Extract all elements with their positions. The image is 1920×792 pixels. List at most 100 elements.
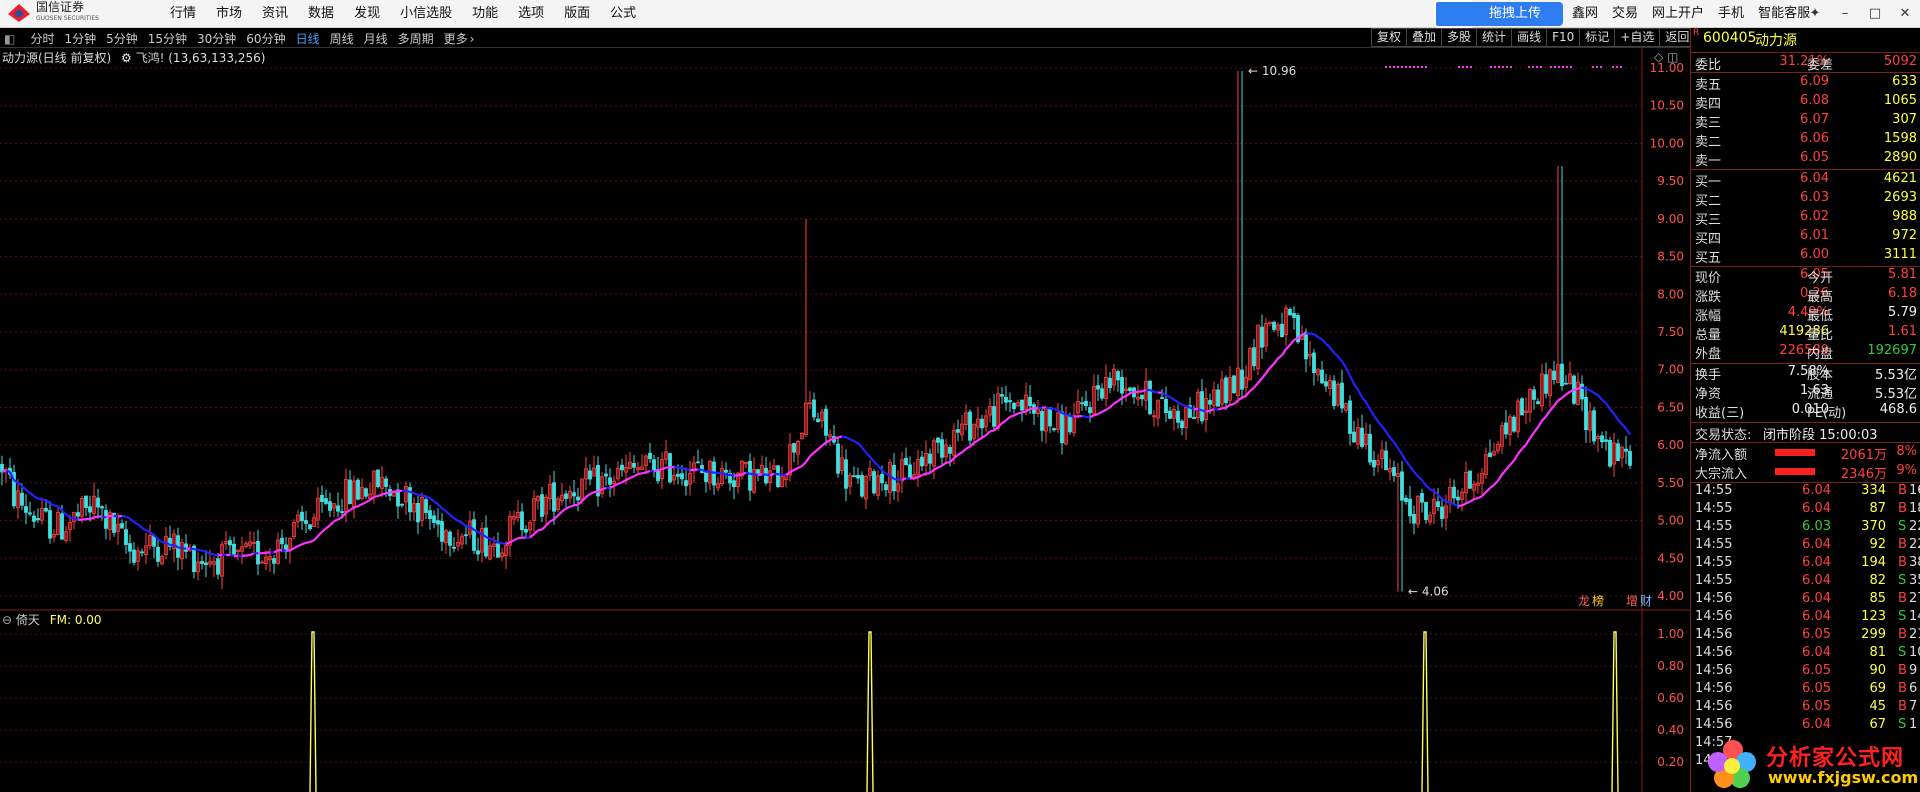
right-menu-item-2[interactable]: 网上开户 [1652,0,1704,27]
badge-0[interactable]: 龙 [1578,594,1590,608]
maximize-icon[interactable]: □ [1860,0,1890,27]
period-tab-10[interactable]: 更多 [444,32,468,46]
ma-segment [1537,420,1543,428]
candle-body [496,543,500,558]
period-tab-5[interactable]: 60分钟 [246,32,285,46]
sub-indicator-close-icon[interactable]: ⊖ [2,613,12,627]
period-tab-9[interactable]: 多周期 [398,32,434,46]
ma-segment [1013,412,1019,417]
signal-bar [1611,631,1619,792]
buy-level-3[interactable]: 买四 6.01 972 [1691,227,1920,247]
pin-icon[interactable]: ✦ [1800,0,1830,27]
menu-item-8[interactable]: 版面 [564,0,590,27]
menu-item-4[interactable]: 发现 [354,0,380,27]
ma-segment [1393,441,1399,449]
tick-side: B [1898,483,1907,498]
chart-corner-icons[interactable]: ◇ ◫ [1654,50,1678,64]
ma-segment [29,492,35,498]
minimize-icon[interactable]: – [1830,0,1860,27]
menu-item-3[interactable]: 数据 [308,0,334,27]
ma-segment [289,547,295,552]
candle-body [748,460,752,491]
tool-button-2[interactable]: 多股 [1441,28,1478,47]
ma-segment [329,520,335,527]
close-icon[interactable]: ✕ [1890,0,1920,27]
flow-value: 2346万 [1840,467,1887,482]
tick-price: 6.05 [1802,699,1831,714]
tool-button-3[interactable]: 统计 [1476,28,1513,47]
menu-item-6[interactable]: 功能 [472,0,498,27]
ma-segment [1169,396,1175,401]
sell-level-4[interactable]: 卖一 6.05 2890 [1691,149,1920,169]
ma-segment [1317,336,1323,341]
period-tab-0[interactable]: 分时 [30,32,54,46]
candle-body [440,520,444,542]
sell-level-1[interactable]: 卖四 6.08 1065 [1691,92,1920,112]
menu-item-9[interactable]: 公式 [610,0,636,27]
period-tab-4[interactable]: 30分钟 [197,32,236,46]
menu-item-5[interactable]: 小信选股 [400,0,452,27]
menu-item-1[interactable]: 市场 [216,0,242,27]
tool-button-4[interactable]: 画线 [1511,28,1548,47]
badge-1[interactable]: 榜 [1592,594,1604,608]
tool-button-6[interactable]: 标记 [1579,28,1616,47]
ma-segment [1417,475,1423,481]
y-tick-label: 10.50 [1650,99,1684,113]
candle-body [1400,471,1404,501]
settings-icon[interactable]: ⚙ [121,51,132,65]
tick-volume: 69 [1869,681,1886,696]
buy-level-1[interactable]: 买二 6.03 2693 [1691,189,1920,209]
buy-level-0[interactable]: 买一 6.04 4621 [1691,170,1920,190]
buy-level-price: 6.03 [1800,190,1829,205]
menu-item-0[interactable]: 行情 [170,0,196,27]
badge-2[interactable]: 增 [1626,594,1638,608]
period-tab-6[interactable]: 日线 [296,32,320,46]
buy-level-2[interactable]: 买三 6.02 988 [1691,208,1920,228]
right-menu-item-3[interactable]: 手机 [1718,0,1744,27]
sell-level-0[interactable]: 卖五 6.09 633 [1691,73,1920,93]
tool-button-0[interactable]: 复权 [1371,28,1408,47]
menu-item-2[interactable]: 资讯 [262,0,288,27]
period-tab-1[interactable]: 1分钟 [64,32,96,46]
sell-level-2[interactable]: 卖三 6.07 307 [1691,111,1920,131]
sell-level-3[interactable]: 卖二 6.06 1598 [1691,130,1920,150]
stat-row-label: 现价 [1695,271,1722,286]
stat-row-label2: 今开 [1807,271,1834,286]
ma-segment [361,501,367,506]
tool-button-5[interactable]: F10 [1546,28,1581,47]
more-chevron-icon[interactable]: › [470,32,475,46]
ma-segment [113,514,119,518]
buy-level-4[interactable]: 买五 6.00 3111 [1691,246,1920,266]
signal-dot [1562,66,1564,68]
period-tab-8[interactable]: 月线 [364,32,388,46]
sell-level-label: 卖一 [1695,154,1722,169]
ma-segment [969,442,975,448]
panel-toggle-icon[interactable]: ◧ [4,32,15,46]
ma-segment [529,533,535,539]
right-menu-item-1[interactable]: 交易 [1612,0,1638,27]
ma-segment [201,549,207,553]
sell-level-label: 卖二 [1695,135,1722,150]
menu-item-7[interactable]: 选项 [518,0,544,27]
kline-chart[interactable]: 11.0010.5010.009.509.008.508.007.507.006… [0,48,1690,792]
tool-button-1[interactable]: 叠加 [1406,28,1443,47]
period-tab-3[interactable]: 15分钟 [148,32,187,46]
right-menu-item-0[interactable]: 鑫网 [1572,0,1598,27]
ma-segment [405,490,411,493]
ma-segment [501,542,507,546]
drag-upload-button[interactable]: 拖拽上传 [1437,2,1563,26]
ma-segment [281,549,287,552]
badge-3[interactable]: 财 [1640,594,1652,608]
ma-segment [765,473,771,477]
tick-price: 6.05 [1802,663,1831,678]
candle-body [1412,513,1416,524]
candle-body [1408,498,1412,517]
period-tab-2[interactable]: 5分钟 [106,32,138,46]
period-tab-7[interactable]: 周线 [330,32,354,46]
ma-segment [1557,397,1563,402]
stat-row-label: 外盘 [1695,347,1722,362]
candle-body [1360,427,1364,447]
tool-button-7[interactable]: +自选 [1614,28,1661,47]
tick-side: S [1898,519,1907,534]
ma-segment [509,539,515,544]
